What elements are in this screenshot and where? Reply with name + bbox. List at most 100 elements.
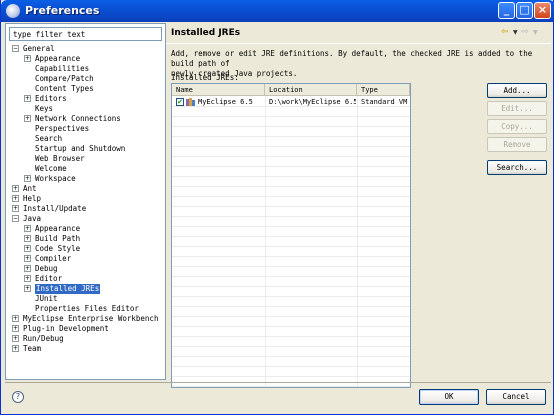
tree-item[interactable]: Capabilities (6, 64, 165, 74)
expand-icon[interactable]: + (24, 115, 31, 122)
jre-type: Standard VM (361, 98, 408, 106)
collapse-icon[interactable]: − (12, 45, 19, 52)
tree-item[interactable]: JUnit (6, 294, 165, 304)
tree-item[interactable]: + Appearance (6, 54, 165, 64)
table-row[interactable]: ✔ MyEclipse 6.5 D:\work\MyEclipse 6.5 St… (172, 97, 410, 107)
tree-item[interactable]: + Help (6, 194, 165, 204)
collapse-icon[interactable]: − (12, 215, 19, 222)
expand-icon[interactable]: + (12, 315, 19, 322)
tree-item-label: Perspectives (35, 124, 90, 133)
tree-item[interactable]: + Plug-in Development (6, 324, 165, 334)
tree-item[interactable]: + MyEclipse Enterprise Workbench (6, 314, 165, 324)
empty-table-row (172, 347, 410, 357)
back-arrow-icon[interactable]: ⇦ (501, 27, 509, 37)
tree-item[interactable]: Content Types (6, 84, 165, 94)
search-button[interactable]: Search... (487, 160, 547, 175)
header-separator (166, 43, 551, 44)
expand-icon[interactable]: + (12, 345, 19, 352)
tree-item[interactable]: + Code Style (6, 244, 165, 254)
expand-icon[interactable]: + (24, 235, 31, 242)
table-header: Name Location Type (172, 84, 410, 96)
expand-icon[interactable]: + (12, 185, 19, 192)
expand-icon[interactable]: + (24, 265, 31, 272)
copy-button[interactable]: Copy... (487, 119, 547, 134)
minimize-button[interactable]: _ (498, 2, 515, 19)
tree-item[interactable]: + Build Path (6, 234, 165, 244)
empty-table-row (172, 317, 410, 327)
tree-item-label: Appearance (35, 54, 81, 63)
tree-item[interactable]: + Editor (6, 274, 165, 284)
add-button[interactable]: Add... (487, 83, 547, 98)
empty-table-row (172, 247, 410, 257)
empty-table-row (172, 107, 410, 117)
tree-item-label: Help (23, 194, 42, 203)
empty-table-row (172, 147, 410, 157)
close-button[interactable]: × (534, 2, 551, 19)
tree-item[interactable]: + Ant (6, 184, 165, 194)
tree-item[interactable]: + Debug (6, 264, 165, 274)
tree-item-label: Build Path (35, 234, 81, 243)
description-line-1: Add, remove or edit JRE definitions. By … (171, 49, 533, 68)
tree-item[interactable]: + Install/Update (6, 204, 165, 214)
expand-icon[interactable]: + (24, 225, 31, 232)
tree-item[interactable]: − General (6, 44, 165, 54)
tree-item[interactable]: Startup and Shutdown (6, 144, 165, 154)
filter-input[interactable] (9, 27, 162, 41)
expand-icon[interactable]: + (24, 245, 31, 252)
tree-item[interactable]: Keys (6, 104, 165, 114)
ok-button[interactable]: OK (419, 389, 479, 405)
maximize-button[interactable]: □ (516, 2, 533, 19)
expand-icon[interactable]: + (12, 335, 19, 342)
tree-item[interactable]: + Installed JREs (6, 284, 165, 294)
tree-item[interactable]: Compare/Patch (6, 74, 165, 84)
jre-table[interactable]: Name Location Type ✔ MyEclipse 6.5 D:\wo… (171, 83, 411, 388)
tree-item-label: Web Browser (35, 154, 85, 163)
tree-item[interactable]: Properties Files Editor (6, 304, 165, 314)
expand-icon[interactable]: + (24, 95, 31, 102)
column-header-type[interactable]: Type (357, 84, 410, 96)
tree-item[interactable]: + Appearance (6, 224, 165, 234)
tree-item[interactable]: + Team (6, 344, 165, 354)
edit-button[interactable]: Edit... (487, 101, 547, 116)
column-header-name[interactable]: Name (172, 84, 265, 96)
expand-icon[interactable]: + (12, 195, 19, 202)
tree-item[interactable]: Web Browser (6, 154, 165, 164)
expand-icon[interactable]: + (24, 55, 31, 62)
expand-icon[interactable]: + (24, 255, 31, 262)
empty-table-row (172, 297, 410, 307)
empty-table-row (172, 277, 410, 287)
tree-item[interactable]: Welcome (6, 164, 165, 174)
remove-button[interactable]: Remove (487, 137, 547, 152)
tree-item[interactable]: + Workspace (6, 174, 165, 184)
tree-item-label: JUnit (35, 294, 58, 303)
empty-table-row (172, 117, 410, 127)
forward-arrow-icon[interactable]: ⇨ (521, 27, 529, 37)
jre-location: D:\work\MyEclipse 6.5 (269, 98, 356, 106)
tree-item-label: Network Connections (35, 114, 121, 123)
expand-icon[interactable]: + (24, 275, 31, 282)
tree-item[interactable]: − Java (6, 214, 165, 224)
tree-item-label: Debug (35, 264, 58, 273)
tree-item[interactable]: + Editors (6, 94, 165, 104)
tree-item[interactable]: Search (6, 134, 165, 144)
expand-icon[interactable]: + (12, 325, 19, 332)
empty-table-row (172, 127, 410, 137)
back-dropdown-icon[interactable]: ▼ (513, 29, 518, 39)
empty-table-row (172, 177, 410, 187)
expand-icon[interactable]: + (24, 175, 31, 182)
tree-item-label: Keys (35, 104, 54, 113)
tree-item[interactable]: + Run/Debug (6, 334, 165, 344)
tree-item[interactable]: Perspectives (6, 124, 165, 134)
empty-table-row (172, 367, 410, 377)
expand-icon[interactable]: + (24, 285, 31, 292)
column-header-location[interactable]: Location (265, 84, 357, 96)
title-bar[interactable]: Preferences _ □ × (1, 0, 554, 22)
jre-default-checkbox[interactable]: ✔ (176, 98, 184, 106)
tree-item-label: Run/Debug (23, 334, 64, 343)
cancel-button[interactable]: Cancel (486, 389, 546, 405)
tree-item[interactable]: + Compiler (6, 254, 165, 264)
help-icon[interactable]: ? (12, 391, 24, 403)
expand-icon[interactable]: + (12, 205, 19, 212)
forward-dropdown-icon[interactable]: ▼ (533, 29, 538, 39)
tree-item[interactable]: + Network Connections (6, 114, 165, 124)
